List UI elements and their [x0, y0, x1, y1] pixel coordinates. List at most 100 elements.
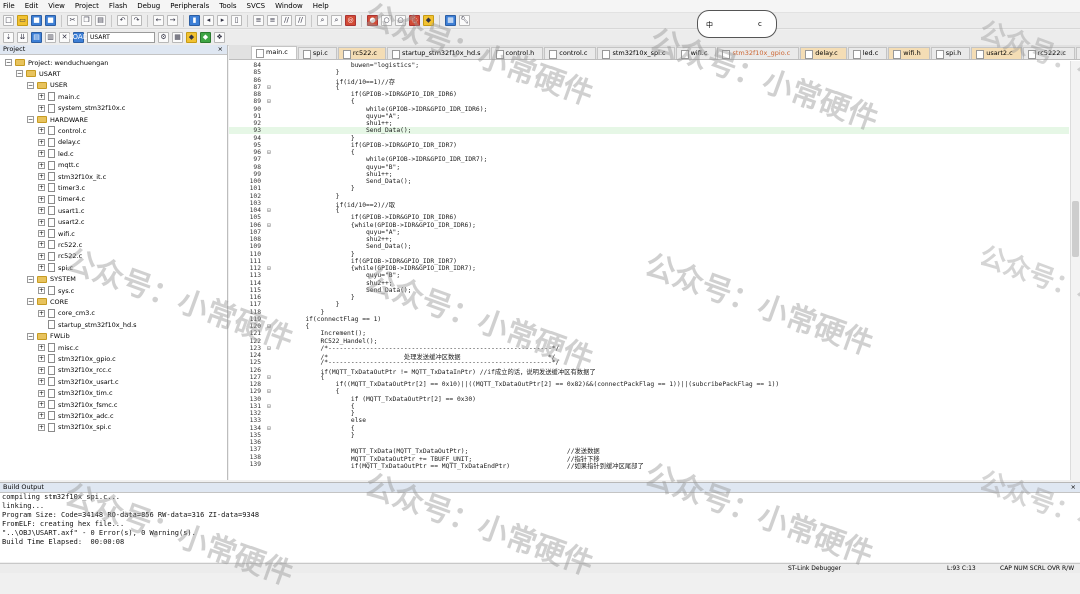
expand-icon[interactable]: + — [38, 344, 45, 351]
fold-marker-icon[interactable] — [263, 287, 275, 294]
comment-icon[interactable]: // — [281, 15, 292, 26]
fold-marker-icon[interactable] — [263, 294, 275, 301]
build-output-text[interactable]: compiling stm32f10x_spi.c... linking... Pr… — [0, 493, 1080, 547]
menu-item[interactable]: Help — [313, 2, 329, 10]
fold-marker-icon[interactable] — [263, 359, 275, 366]
menu-item[interactable]: Flash — [109, 2, 127, 10]
breakpoint-disable-icon[interactable]: ○ — [395, 15, 406, 26]
fold-marker-icon[interactable]: ⊟ — [263, 403, 275, 410]
tree-node[interactable]: + sys.c — [38, 285, 74, 296]
close-icon[interactable]: × — [218, 45, 223, 54]
file-tab[interactable]: rc522.h — [1076, 47, 1080, 59]
tree-node[interactable]: − SYSTEM — [27, 274, 76, 285]
file-tab[interactable]: wifi.h — [888, 47, 930, 59]
tree-node[interactable]: + main.c — [38, 91, 80, 102]
fold-marker-icon[interactable] — [263, 316, 275, 323]
tree-node[interactable]: − HARDWARE — [27, 114, 88, 125]
collapse-icon[interactable]: − — [16, 70, 23, 78]
undo-icon[interactable]: ↶ — [117, 15, 128, 26]
tree-node[interactable]: + spi.c — [38, 262, 73, 273]
tree-node[interactable]: − FWLib — [27, 331, 70, 342]
collapse-icon[interactable]: − — [27, 81, 34, 89]
file-tab[interactable]: wifi.c — [675, 47, 717, 59]
fold-marker-icon[interactable] — [263, 62, 275, 69]
fold-marker-icon[interactable] — [263, 113, 275, 120]
fold-marker-icon[interactable] — [263, 135, 275, 142]
bookmark-prev-icon[interactable]: ◂ — [203, 15, 214, 26]
bookmark-icon[interactable]: ▮ — [189, 15, 200, 26]
unindent-icon[interactable]: ≡ — [267, 15, 278, 26]
expand-icon[interactable]: + — [38, 184, 45, 192]
tree-node[interactable]: startup_stm32f10x_hd.s — [38, 319, 137, 330]
fold-marker-icon[interactable]: ⊟ — [263, 388, 275, 395]
tree-node[interactable]: + wifi.c — [38, 228, 75, 239]
fold-marker-icon[interactable]: ⊟ — [263, 345, 275, 352]
expand-icon[interactable]: + — [38, 138, 45, 146]
fold-marker-icon[interactable] — [263, 309, 275, 316]
tree-node[interactable]: + system_stm32f10x.c — [38, 103, 125, 114]
target-options-icon[interactable]: ⚙ — [158, 32, 169, 43]
manage-components-icon[interactable]: ◆ — [186, 32, 197, 43]
file-tab[interactable]: led.c — [847, 47, 888, 59]
tree-node[interactable]: + delay.c — [38, 137, 80, 148]
new-file-icon[interactable]: □ — [3, 15, 14, 26]
tree-node[interactable]: + timer4.c — [38, 194, 85, 205]
fold-marker-icon[interactable]: ⊟ — [263, 425, 275, 432]
fold-marker-icon[interactable] — [263, 77, 275, 84]
tree-node[interactable]: + mqtt.c — [38, 160, 79, 171]
file-tab[interactable]: spi.c — [297, 47, 337, 59]
menu-item[interactable]: SVCS — [247, 2, 266, 10]
fold-marker-icon[interactable] — [263, 258, 275, 265]
breakpoint-icon[interactable]: ○ — [381, 15, 392, 26]
window-config-icon[interactable]: ◆ — [423, 15, 434, 26]
configure-icon[interactable]: 🔧︎ — [459, 15, 470, 26]
collapse-icon[interactable]: − — [27, 332, 34, 340]
find-in-files-icon[interactable]: ⌕ — [331, 15, 342, 26]
fold-marker-icon[interactable] — [263, 69, 275, 76]
tree-node[interactable]: − USART — [16, 68, 60, 79]
tree-node[interactable]: + stm32f10x_fsmc.c — [38, 399, 117, 410]
collapse-icon[interactable]: − — [27, 116, 34, 123]
fold-marker-icon[interactable] — [263, 229, 275, 236]
fold-marker-icon[interactable] — [263, 106, 275, 113]
fold-marker-icon[interactable] — [263, 410, 275, 417]
fold-marker-icon[interactable]: ⊟ — [263, 98, 275, 105]
fold-marker-icon[interactable] — [263, 338, 275, 345]
uncomment-icon[interactable]: // — [295, 15, 306, 26]
tree-node[interactable]: − CORE — [27, 296, 68, 307]
fold-marker-icon[interactable]: ⊟ — [263, 374, 275, 381]
batch-build-icon[interactable]: ▥ — [45, 32, 56, 43]
window-layout-icon[interactable]: ▦ — [445, 15, 456, 26]
tree-node[interactable]: + control.c — [38, 125, 86, 136]
expand-icon[interactable]: + — [38, 366, 45, 374]
tree-node[interactable]: + led.c — [38, 148, 74, 159]
breakpoint-kill-icon[interactable]: ◌ — [409, 15, 420, 26]
fold-marker-icon[interactable] — [263, 446, 275, 453]
fold-marker-icon[interactable] — [263, 236, 275, 243]
tree-node[interactable]: + stm32f10x_rcc.c — [38, 365, 112, 376]
fold-marker-icon[interactable] — [263, 352, 275, 359]
expand-icon[interactable]: + — [38, 401, 45, 408]
target-select[interactable]: USART — [87, 32, 155, 43]
fold-marker-icon[interactable] — [263, 417, 275, 424]
fold-marker-icon[interactable] — [263, 91, 275, 98]
file-tab[interactable]: rc522.c — [337, 47, 387, 59]
tree-node[interactable]: + usart1.c — [38, 205, 85, 216]
fold-marker-icon[interactable] — [263, 432, 275, 439]
menu-item[interactable]: File — [3, 2, 15, 10]
fold-marker-icon[interactable] — [263, 330, 275, 337]
translate-icon[interactable]: ⇣ — [3, 32, 14, 43]
fold-marker-icon[interactable] — [263, 367, 275, 374]
expand-icon[interactable]: + — [38, 378, 45, 386]
file-tab[interactable]: delay.c — [800, 47, 847, 59]
file-tab[interactable]: spi.h — [930, 47, 971, 59]
incremental-find-icon[interactable]: ◎ — [345, 15, 356, 26]
file-tab[interactable]: stm32f10x_gpio.c — [717, 47, 800, 59]
fold-marker-icon[interactable] — [263, 272, 275, 279]
save-icon[interactable]: ■ — [31, 15, 42, 26]
tree-node[interactable]: + stm32f10x_adc.c — [38, 410, 114, 421]
fold-marker-icon[interactable] — [263, 164, 275, 171]
fold-marker-icon[interactable]: ⊟ — [263, 149, 275, 156]
fold-marker-icon[interactable] — [263, 193, 275, 200]
collapse-icon[interactable]: − — [27, 275, 34, 283]
